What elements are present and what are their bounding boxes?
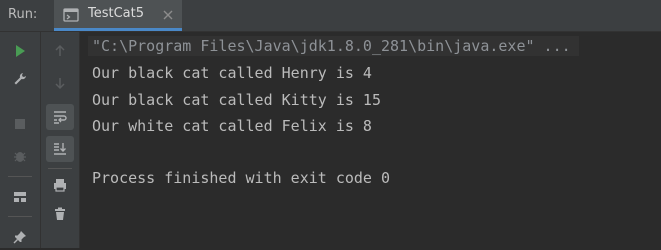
- pin-tab-button[interactable]: [6, 224, 34, 250]
- trash-icon: [55, 207, 65, 220]
- pin-icon: [13, 231, 26, 244]
- layout-icon: [14, 192, 26, 202]
- left-toolbar: [0, 32, 41, 248]
- tab-testcat5[interactable]: TestCat5: [54, 0, 182, 31]
- rerun-button[interactable]: [6, 38, 34, 64]
- exit-message: Process finished with exit code 0: [92, 169, 391, 187]
- close-icon[interactable]: [161, 7, 175, 21]
- stop-icon: [15, 119, 25, 129]
- output-line: Our black cat called Henry is 4: [92, 64, 372, 82]
- command-line: "C:\Program Files\Java\jdk1.8.0_281\bin\…: [88, 36, 579, 56]
- layout-button[interactable]: [6, 184, 34, 210]
- clear-all-button[interactable]: [46, 201, 74, 227]
- scroll-to-end-button[interactable]: [46, 136, 74, 162]
- wrench-icon: [14, 73, 26, 85]
- modify-run-config-button[interactable]: [6, 66, 34, 92]
- next-occurrence-button[interactable]: [46, 70, 74, 96]
- console-output[interactable]: "C:\Program Files\Java\jdk1.8.0_281\bin\…: [80, 32, 661, 248]
- toolbar-separator: [8, 216, 32, 217]
- previous-occurrence-button[interactable]: [46, 38, 74, 64]
- toolbar-separator: [8, 176, 32, 177]
- print-button[interactable]: [46, 172, 74, 198]
- output-line: Our white cat called Felix is 8: [92, 117, 372, 135]
- arrow-up-icon: [55, 44, 65, 56]
- tab-title: TestCat5: [88, 6, 145, 21]
- debug-button[interactable]: [6, 143, 34, 169]
- toolbar-separator: [48, 168, 72, 169]
- print-icon: [54, 179, 66, 192]
- arrow-down-icon: [55, 78, 65, 90]
- soft-wrap-button[interactable]: [46, 104, 74, 130]
- console-toolbar: [41, 32, 80, 248]
- debug-icon: [14, 152, 26, 162]
- console-tab-icon: [62, 6, 80, 24]
- run-toolwindow-header: Run: TestCat5: [0, 0, 661, 32]
- output-line: Our black cat called Kitty is 15: [92, 91, 381, 109]
- rerun-icon: [16, 45, 25, 57]
- stop-button[interactable]: [6, 111, 34, 137]
- scroll-to-end-icon: [54, 143, 66, 155]
- run-label: Run:: [8, 7, 38, 22]
- soft-wrap-icon: [54, 111, 67, 124]
